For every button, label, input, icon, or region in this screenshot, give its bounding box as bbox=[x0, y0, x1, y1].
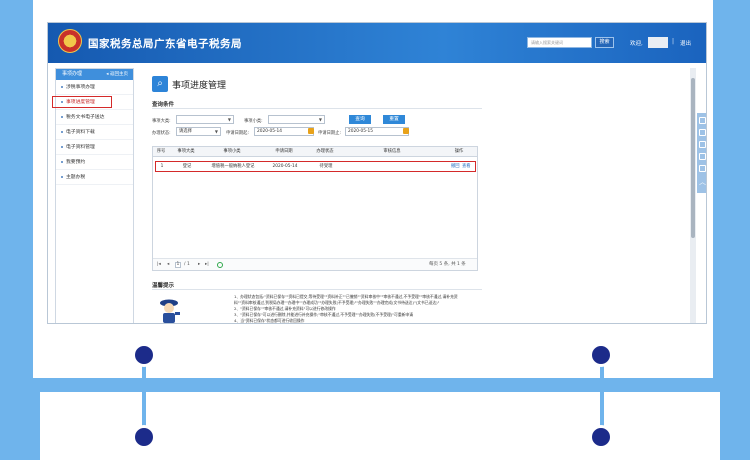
reader-icon[interactable] bbox=[699, 153, 706, 160]
view-link[interactable]: 查看 bbox=[462, 162, 471, 171]
settings-icon[interactable] bbox=[699, 165, 706, 172]
connector-dot bbox=[589, 425, 613, 449]
cell-no: 1 bbox=[160, 164, 164, 169]
logout-link[interactable]: 退出 bbox=[680, 39, 691, 47]
chevron-down-icon: ▼ bbox=[318, 117, 322, 122]
site-header: 国家税务总局广东省电子税务局 请输入搜索关键词 搜索 欢迎, | 退出 bbox=[48, 23, 706, 63]
category-label: 事项大类: bbox=[152, 119, 171, 124]
header-separator: | bbox=[672, 38, 675, 45]
next-page-button[interactable]: ▸ bbox=[198, 259, 200, 271]
welcome-text: 欢迎, bbox=[630, 41, 643, 47]
page-number: 1 bbox=[176, 262, 180, 267]
subcategory-select[interactable]: ▼ bbox=[268, 115, 325, 124]
page-title: 事项进度管理 bbox=[172, 81, 227, 91]
calendar-icon[interactable] bbox=[403, 128, 409, 134]
sidebar-item-theme[interactable]: 主题办税 bbox=[56, 170, 133, 185]
page-total: / 1 bbox=[184, 262, 190, 267]
sidebar-item-download[interactable]: 电子资料下载 bbox=[56, 125, 133, 140]
col-actions: 操作 bbox=[454, 149, 464, 154]
col-date: 申请日期 bbox=[275, 149, 293, 154]
withdraw-link[interactable]: 撤回 bbox=[451, 162, 460, 171]
query-conditions-label: 查询条件 bbox=[152, 102, 175, 108]
table-header: 序号 事项大类 事项小类 申请日期 办理状态 审核信息 操作 bbox=[153, 147, 477, 157]
cell-date: 2020-05-14 bbox=[272, 164, 298, 169]
progress-table: 序号 事项大类 事项小类 申请日期 办理状态 审核信息 操作 1 登记 增值税一… bbox=[152, 146, 478, 271]
vertical-scrollbar[interactable] bbox=[690, 68, 696, 323]
tax-emblem-icon bbox=[58, 29, 82, 53]
tax-officer-mascot-icon bbox=[160, 299, 180, 323]
back-home-link[interactable]: ◂ 返回主页 bbox=[106, 69, 128, 80]
search-icon: ⌕ bbox=[152, 76, 168, 92]
sidebar-header: 事项办理 ◂ 返回主页 bbox=[56, 69, 133, 80]
table-row[interactable]: 1 登记 增值税一般纳税人登记 2020-05-14 待受理 撤回 查看 bbox=[155, 161, 476, 172]
prev-page-button[interactable]: ◂ bbox=[167, 259, 169, 271]
chevron-down-icon: ▼ bbox=[227, 117, 231, 122]
cell-subcategory: 增值税一般纳税人登记 bbox=[211, 164, 255, 169]
status-value: 请选择 bbox=[179, 129, 192, 134]
cell-status: 待受理 bbox=[319, 164, 333, 169]
subcategory-label: 事项小类: bbox=[244, 119, 263, 124]
site-title: 国家税务总局广东省电子税务局 bbox=[88, 38, 242, 50]
sidebar-title: 事项办理 bbox=[62, 71, 83, 77]
zoom-icon[interactable] bbox=[699, 129, 706, 136]
tip-line-4: 4、当"资料已保存"状态都可进行收回操作 bbox=[234, 318, 305, 323]
date-end-label: 申请日期止: bbox=[318, 131, 341, 136]
sidebar-item-progress[interactable]: 事项进度管理 bbox=[52, 95, 133, 110]
last-page-button[interactable]: ▸| bbox=[205, 259, 209, 271]
highlight-box bbox=[52, 96, 112, 108]
col-category: 事项大类 bbox=[177, 149, 195, 154]
accessibility-icon[interactable] bbox=[699, 117, 706, 124]
scroll-thumb[interactable] bbox=[691, 78, 695, 238]
sidebar-item-manage[interactable]: 电子资料管理 bbox=[56, 140, 133, 155]
sidebar-item-tax-matters[interactable]: 涉税事项办理 bbox=[56, 80, 133, 95]
chevron-up-icon[interactable]: ︿ bbox=[699, 179, 706, 186]
reset-button[interactable]: 重置 bbox=[383, 115, 405, 124]
tax-bureau-screenshot: 国家税务总局广东省电子税务局 请输入搜索关键词 搜索 欢迎, | 退出 事项办理… bbox=[47, 22, 707, 324]
side-toolbar: ︿ bbox=[697, 113, 706, 193]
tips-title: 温馨提示 bbox=[152, 283, 175, 289]
search-input[interactable]: 请输入搜索关键词 bbox=[527, 37, 592, 48]
col-review: 审核信息 bbox=[383, 149, 401, 154]
connector-dot bbox=[132, 425, 156, 449]
status-select[interactable]: 请选择 ▼ bbox=[176, 127, 221, 136]
first-page-button[interactable]: |◂ bbox=[157, 259, 161, 271]
chevron-down-icon: ▼ bbox=[214, 129, 218, 134]
status-label: 办理状态: bbox=[152, 131, 171, 136]
query-button[interactable]: 查询 bbox=[349, 115, 371, 124]
user-name-box bbox=[648, 37, 668, 48]
pagination: |◂ ◂ 1 / 1 ▸ ▸| 每页 5 条, 共 1 条 bbox=[153, 258, 477, 270]
main-content: ⌕ 事项进度管理 查询条件 事项大类: ▼ 事项小类: ▼ 查询 重置 办理状态… bbox=[140, 68, 695, 323]
connector-dot bbox=[589, 343, 613, 367]
date-end-field[interactable]: 2020-05-15 bbox=[345, 127, 409, 136]
category-select[interactable]: ▼ bbox=[176, 115, 234, 124]
connector-dot bbox=[132, 343, 156, 367]
date-start-label: 申请日期起: bbox=[226, 131, 249, 136]
divider bbox=[152, 289, 482, 290]
sidebar-item-appointment[interactable]: 我要预约 bbox=[56, 155, 133, 170]
divider bbox=[152, 108, 482, 109]
page-summary: 每页 5 条, 共 1 条 bbox=[429, 262, 466, 267]
refresh-icon[interactable] bbox=[217, 262, 223, 268]
col-no: 序号 bbox=[156, 149, 166, 154]
col-subcategory: 事项小类 bbox=[223, 149, 241, 154]
col-status: 办理状态 bbox=[316, 149, 334, 154]
date-start-field[interactable]: 2020-05-14 bbox=[254, 127, 314, 136]
sidebar: 事项办理 ◂ 返回主页 涉税事项办理 事项进度管理 税务文书电子送达 电子资料下… bbox=[52, 68, 134, 323]
contrast-icon[interactable] bbox=[699, 141, 706, 148]
cell-category: 登记 bbox=[182, 164, 192, 169]
calendar-icon[interactable] bbox=[308, 128, 314, 134]
sidebar-item-doc-delivery[interactable]: 税务文书电子送达 bbox=[56, 110, 133, 125]
search-button[interactable]: 搜索 bbox=[595, 37, 614, 48]
